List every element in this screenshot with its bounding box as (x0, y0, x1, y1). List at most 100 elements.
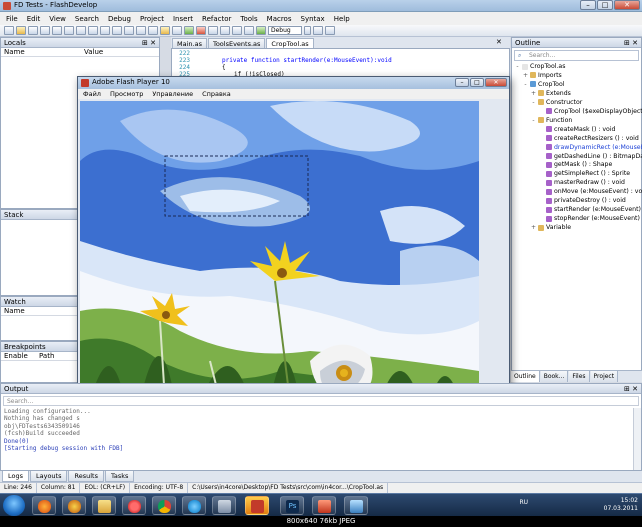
start-button[interactable] (3, 495, 25, 516)
open-folder-icon[interactable] (16, 26, 26, 35)
save-icon[interactable] (28, 26, 38, 35)
close-button[interactable]: ✕ (614, 0, 640, 10)
taskbar-media[interactable] (62, 496, 86, 515)
tab-toolsevents-as[interactable]: ToolsEvents.as (207, 38, 266, 48)
output-search-input[interactable]: Search... (3, 396, 639, 406)
expander-icon[interactable]: - (515, 62, 520, 71)
outline-node[interactable]: - CropTool (523, 80, 564, 89)
taskbar-photoshop[interactable]: Ps (280, 496, 304, 515)
taskbar-calculator[interactable] (212, 496, 236, 515)
column-enable[interactable]: Enable (1, 352, 36, 360)
menu-view[interactable]: View (49, 15, 66, 23)
taskbar-opera[interactable] (122, 496, 146, 515)
expander-icon[interactable]: - (531, 116, 536, 125)
outline-node[interactable]: CropTool ($exeDisplayObjectCo (539, 107, 642, 116)
clock-date[interactable]: 07.03.2011 (604, 505, 638, 513)
outline-node[interactable]: - Constructor (531, 98, 582, 107)
outline-node[interactable]: startRender (e:MouseEvent) : void (539, 205, 642, 214)
taskbar-chrome[interactable] (152, 496, 176, 515)
build-config-select[interactable]: Debug (268, 26, 302, 35)
outline-node[interactable]: onMove (e:MouseEvent) : void (539, 187, 642, 196)
save-all-icon[interactable] (40, 26, 50, 35)
menu-syntax[interactable]: Syntax (301, 15, 325, 23)
taskbar-firefox[interactable] (32, 496, 56, 515)
tab-layouts[interactable]: Layouts (30, 471, 68, 482)
expander-icon[interactable]: + (531, 89, 536, 98)
menu-search[interactable]: Search (75, 15, 99, 23)
outline-search-input[interactable]: ⌕ Search... (514, 50, 639, 61)
menu-edit[interactable]: Edit (27, 15, 41, 23)
menu-refactor[interactable]: Refactor (202, 15, 231, 23)
code-editor[interactable]: 222 223 private function startRender(e:M… (171, 48, 510, 78)
clock-time[interactable]: 15:02 (604, 497, 638, 505)
outline-node[interactable]: createRectResizers () : void (539, 134, 639, 143)
settings-icon[interactable] (313, 26, 323, 35)
taskbar-skype[interactable] (182, 496, 206, 515)
outline-node[interactable]: masterRedraw () : void (539, 178, 625, 187)
outline-node[interactable]: drawDynamicRect (e:MouseEvent (539, 143, 642, 152)
language-indicator[interactable]: RU (519, 499, 528, 507)
outline-node[interactable]: + Variable (531, 223, 571, 232)
tab-main-as[interactable]: Main.as (172, 38, 207, 48)
gear-icon[interactable] (244, 26, 254, 35)
pin-icon[interactable]: ⊞ ✕ (142, 38, 156, 48)
test-movie-icon[interactable] (256, 26, 266, 35)
menu-macros[interactable]: Macros (267, 15, 292, 23)
column-path[interactable]: Path (36, 352, 54, 360)
build-icon[interactable] (172, 26, 182, 35)
outline-node[interactable]: - CropTool.as (515, 62, 565, 71)
close-tab-icon[interactable]: ✕ (496, 38, 502, 46)
output-scrollbar[interactable] (633, 408, 641, 470)
outline-node[interactable]: - Function (531, 116, 572, 125)
outline-node[interactable]: + Extends (531, 89, 571, 98)
expander-icon[interactable]: + (523, 71, 528, 80)
pin-icon[interactable]: ⊞ ✕ (624, 38, 638, 48)
column-name[interactable]: Name (1, 48, 81, 56)
flash-minimize-button[interactable]: – (455, 78, 469, 87)
project-icon[interactable] (160, 26, 170, 35)
menu-file[interactable]: File (6, 15, 18, 23)
stop-icon[interactable] (196, 26, 206, 35)
outline-node[interactable]: privateDestroy () : void (539, 196, 626, 205)
menu-help[interactable]: Help (334, 15, 350, 23)
tab-project[interactable]: Project (590, 371, 619, 382)
find-icon[interactable] (124, 26, 134, 35)
flash-menu-help[interactable]: Справка (202, 89, 231, 99)
flash-menu-file[interactable]: Файл (83, 89, 101, 99)
taskbar-folder[interactable] (92, 496, 116, 515)
taskbar-flashdevelop[interactable] (312, 496, 336, 515)
menu-tools[interactable]: Tools (240, 15, 257, 23)
print-icon[interactable] (52, 26, 62, 35)
expander-icon[interactable]: - (523, 80, 528, 89)
copy-icon[interactable] (76, 26, 86, 35)
tab-results[interactable]: Results (68, 471, 104, 482)
outline-node[interactable]: getSimpleRect () : Sprite (539, 169, 630, 178)
tab-files[interactable]: Files (569, 371, 590, 382)
outline-node[interactable]: stopRender (e:MouseEvent) : void (539, 214, 642, 223)
expander-icon[interactable]: + (531, 223, 536, 232)
chevron-down-icon[interactable] (304, 26, 311, 35)
flash-maximize-button[interactable]: □ (470, 78, 484, 87)
paste-icon[interactable] (88, 26, 98, 35)
menu-project[interactable]: Project (140, 15, 164, 23)
outline-node[interactable]: getMask () : Shape (539, 160, 612, 169)
menu-debug[interactable]: Debug (108, 15, 131, 23)
tab-bookmarks[interactable]: Book... (540, 371, 569, 382)
new-file-icon[interactable] (4, 26, 14, 35)
expander-icon[interactable]: - (531, 98, 536, 107)
undo-icon[interactable] (100, 26, 110, 35)
flash-menu-view[interactable]: Просмотр (110, 89, 143, 99)
taskbar-flash[interactable] (245, 496, 269, 515)
redo-icon[interactable] (112, 26, 122, 35)
column-name[interactable]: Name (1, 307, 25, 315)
flash-stage[interactable] (80, 101, 479, 429)
tab-logs[interactable]: Logs (2, 471, 29, 482)
maximize-button[interactable]: □ (597, 0, 613, 10)
pin-icon[interactable]: ⊞ ✕ (624, 384, 638, 394)
help-icon[interactable] (325, 26, 335, 35)
column-value[interactable]: Value (81, 48, 103, 56)
tab-outline[interactable]: Outline (511, 371, 540, 382)
minimize-button[interactable]: – (580, 0, 596, 10)
step-out-icon[interactable] (232, 26, 242, 35)
menu-insert[interactable]: Insert (173, 15, 193, 23)
